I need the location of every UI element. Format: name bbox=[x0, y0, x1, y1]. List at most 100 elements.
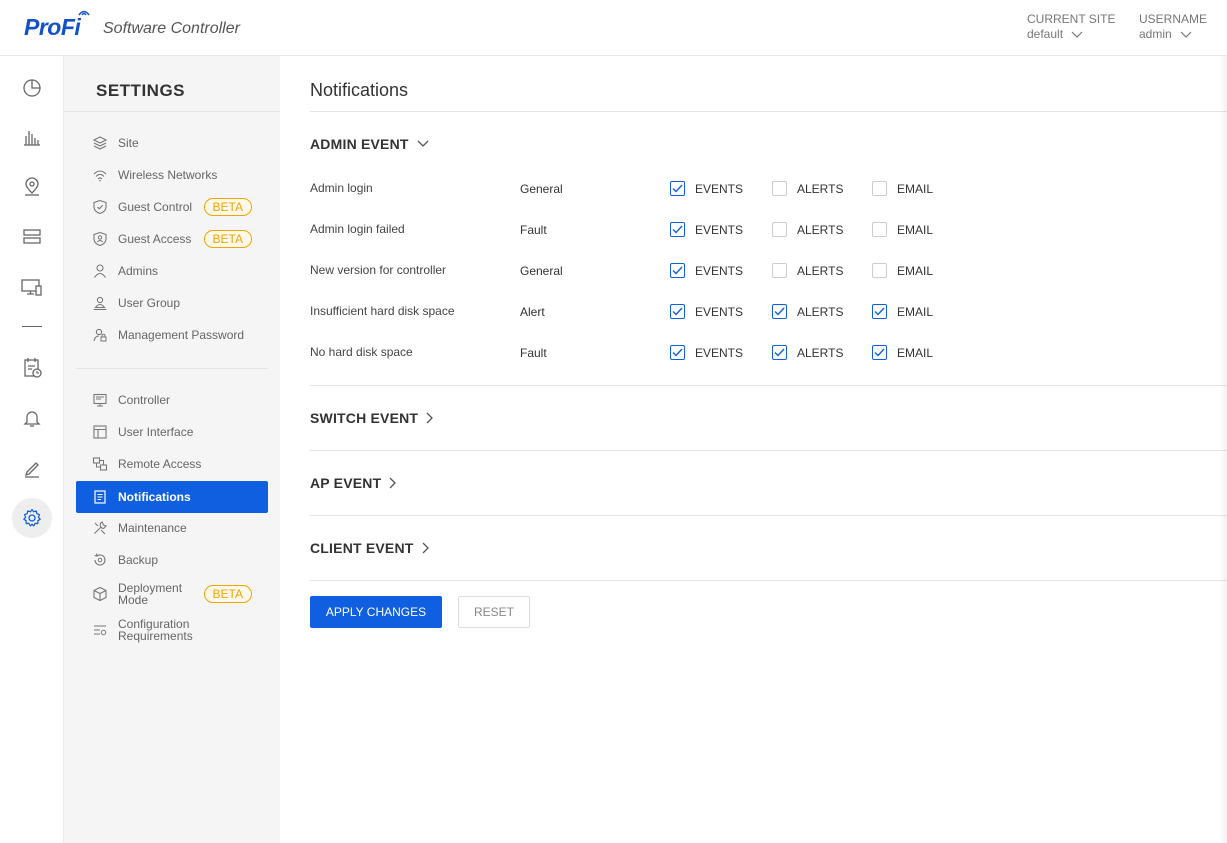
layout-icon bbox=[93, 425, 107, 439]
dashboard-icon[interactable] bbox=[12, 68, 52, 108]
beta-badge: BETA bbox=[203, 198, 252, 216]
chevron-right-icon bbox=[389, 477, 397, 489]
events-checkbox[interactable]: EVENTS bbox=[670, 304, 743, 319]
sidebar-item-guest-access[interactable]: Guest Access BETA bbox=[76, 223, 268, 255]
settings-group-divider bbox=[76, 368, 268, 369]
client-event-header[interactable]: CLIENT EVENT bbox=[310, 540, 430, 556]
email-label: EMAIL bbox=[897, 345, 934, 360]
chevron-down-icon bbox=[1071, 31, 1083, 38]
checkbox-checked-icon[interactable] bbox=[772, 345, 787, 360]
current-site-selector[interactable]: CURRENT SITE default bbox=[1027, 12, 1115, 42]
ap-event-header[interactable]: AP EVENT bbox=[310, 475, 397, 491]
email-label: EMAIL bbox=[897, 263, 934, 278]
alerts-checkbox[interactable]: ALERTS bbox=[772, 345, 843, 360]
reset-button[interactable]: RESET bbox=[458, 596, 530, 628]
alerts-checkbox[interactable]: ALERTS bbox=[772, 304, 843, 319]
alerts-label: ALERTS bbox=[797, 263, 844, 278]
edge-shadow bbox=[1219, 56, 1227, 843]
edit-icon[interactable] bbox=[12, 448, 52, 488]
checkbox-unchecked-icon[interactable] bbox=[772, 181, 787, 196]
map-icon[interactable] bbox=[12, 167, 52, 207]
event-type: Fault bbox=[520, 223, 547, 237]
events-label: EVENTS bbox=[695, 263, 744, 278]
events-checkbox[interactable]: EVENTS bbox=[670, 263, 743, 278]
sidebar-item-wireless-networks[interactable]: Wireless Networks bbox=[76, 159, 268, 191]
email-checkbox[interactable]: EMAIL bbox=[872, 304, 933, 319]
current-site-value: default bbox=[1027, 27, 1064, 41]
email-checkbox[interactable]: EMAIL bbox=[872, 263, 933, 278]
table-row: Insufficient hard disk space Alert EVENTS A… bbox=[310, 304, 1110, 324]
events-checkbox[interactable]: EVENTS bbox=[670, 181, 743, 196]
checkbox-checked-icon[interactable] bbox=[772, 304, 787, 319]
sidebar-item-user-group[interactable]: User Group bbox=[76, 287, 268, 319]
devices-icon[interactable] bbox=[12, 217, 52, 257]
page-title: Notifications bbox=[310, 80, 409, 100]
alerts-checkbox[interactable]: ALERTS bbox=[772, 222, 843, 237]
email-checkbox[interactable]: EMAIL bbox=[872, 181, 933, 196]
alarm-icon[interactable] bbox=[12, 398, 52, 438]
sidebar-item-backup[interactable]: Backup bbox=[76, 544, 268, 576]
current-site-label: CURRENT SITE bbox=[1027, 12, 1116, 26]
backup-icon bbox=[94, 553, 106, 566]
chevron-right-icon bbox=[422, 542, 429, 554]
event-type: General bbox=[520, 182, 563, 196]
settings-icon[interactable] bbox=[12, 498, 52, 538]
email-checkbox[interactable]: EMAIL bbox=[872, 222, 933, 237]
chevron-right-icon bbox=[426, 412, 434, 424]
sidebar-item-deployment-mode[interactable]: Deployment Mode BETA bbox=[76, 578, 268, 610]
profi-logo: ProFi bbox=[24, 10, 90, 41]
checkbox-checked-icon[interactable] bbox=[872, 304, 887, 319]
checkbox-checked-icon[interactable] bbox=[670, 263, 685, 278]
checkbox-checked-icon[interactable] bbox=[670, 181, 685, 196]
sidebar-item-guest-control[interactable]: Guest Control BETA bbox=[76, 191, 268, 223]
sidebar-item-maintenance[interactable]: Maintenance bbox=[76, 512, 268, 544]
log-icon[interactable] bbox=[12, 348, 52, 388]
apply-changes-button[interactable]: APPLY CHANGES bbox=[310, 596, 442, 628]
admin-event-header[interactable]: ADMIN EVENT bbox=[310, 136, 429, 152]
sidebar-item-admins[interactable]: Admins bbox=[76, 255, 268, 287]
sidebar-item-user-interface[interactable]: User Interface bbox=[76, 416, 268, 448]
sidebar-item-configuration-requirements[interactable]: Configuration Requirements bbox=[76, 614, 268, 646]
cube-icon bbox=[93, 586, 107, 602]
events-checkbox[interactable]: EVENTS bbox=[670, 345, 743, 360]
sidebar-item-controller[interactable]: Controller bbox=[76, 384, 268, 416]
table-row: New version for controller General EVENTS A… bbox=[310, 263, 1110, 283]
section-divider bbox=[310, 515, 1227, 516]
checkbox-unchecked-icon[interactable] bbox=[872, 181, 887, 196]
checkbox-checked-icon[interactable] bbox=[670, 304, 685, 319]
event-name: Admin login failed bbox=[310, 222, 405, 236]
clients-icon[interactable] bbox=[12, 267, 52, 307]
user-lock-icon bbox=[93, 328, 107, 342]
checkbox-unchecked-icon[interactable] bbox=[872, 222, 887, 237]
sidebar-item-site[interactable]: Site bbox=[76, 127, 268, 159]
alerts-checkbox[interactable]: ALERTS bbox=[772, 181, 843, 196]
events-label: EVENTS bbox=[695, 345, 744, 360]
user-icon bbox=[94, 264, 106, 278]
checkbox-checked-icon[interactable] bbox=[670, 345, 685, 360]
shield-icon bbox=[93, 199, 107, 215]
username-selector[interactable]: USERNAME admin bbox=[1139, 12, 1207, 42]
checkbox-unchecked-icon[interactable] bbox=[772, 222, 787, 237]
sidebar-item-management-password[interactable]: Management Password bbox=[76, 319, 268, 351]
event-type: Fault bbox=[520, 346, 547, 360]
sidebar-item-remote-access[interactable]: Remote Access bbox=[76, 448, 268, 480]
checkbox-checked-icon[interactable] bbox=[872, 345, 887, 360]
email-label: EMAIL bbox=[897, 181, 934, 196]
checkbox-checked-icon[interactable] bbox=[670, 222, 685, 237]
statistics-icon[interactable] bbox=[12, 117, 52, 157]
switch-event-header[interactable]: SWITCH EVENT bbox=[310, 410, 434, 426]
alerts-label: ALERTS bbox=[797, 304, 844, 319]
chevron-down-icon bbox=[1180, 31, 1192, 38]
beta-badge: BETA bbox=[203, 230, 252, 248]
section-divider bbox=[310, 580, 1227, 581]
alerts-checkbox[interactable]: ALERTS bbox=[772, 263, 843, 278]
events-checkbox[interactable]: EVENTS bbox=[670, 222, 743, 237]
user-group-icon bbox=[93, 296, 107, 311]
sidebar-item-notifications[interactable]: Notifications bbox=[76, 481, 268, 513]
event-type: General bbox=[520, 264, 563, 278]
table-row: No hard disk space Fault EVENTS ALERTS EMAIL bbox=[310, 345, 1110, 365]
checkbox-unchecked-icon[interactable] bbox=[772, 263, 787, 278]
email-checkbox[interactable]: EMAIL bbox=[872, 345, 933, 360]
title-divider bbox=[310, 111, 1227, 112]
checkbox-unchecked-icon[interactable] bbox=[872, 263, 887, 278]
